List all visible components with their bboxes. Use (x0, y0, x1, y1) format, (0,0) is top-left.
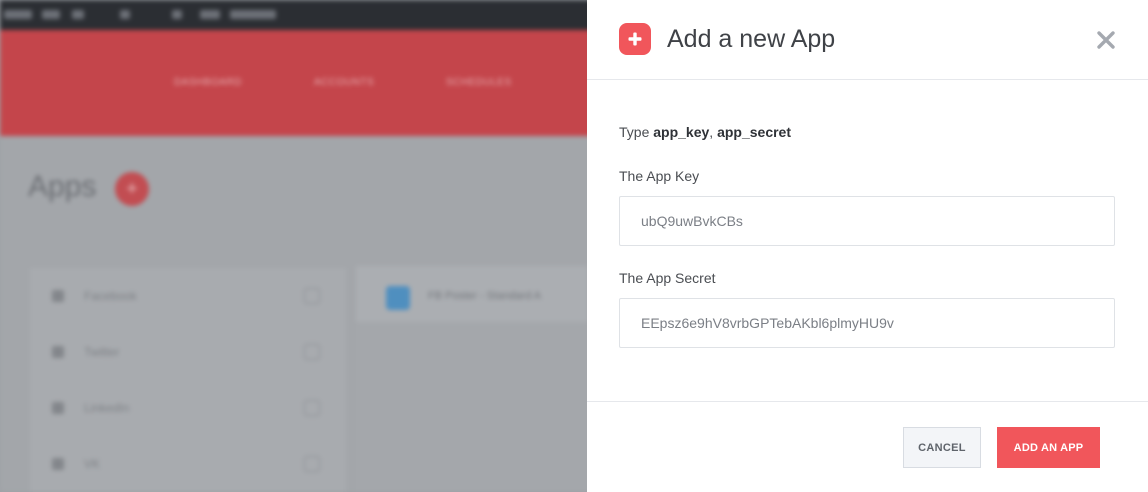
app-secret-input[interactable] (619, 298, 1115, 348)
sidebar: Facebook Twitter LinkedIn VK (30, 268, 346, 492)
sidebar-item-label: VK (84, 457, 101, 471)
checkbox[interactable] (304, 344, 320, 360)
modal-footer: CANCEL ADD AN APP (587, 401, 1148, 492)
plus-icon (619, 23, 651, 55)
app-key-label: The App Key (619, 168, 700, 184)
sidebar-item-linkedin[interactable]: LinkedIn (30, 380, 346, 436)
add-app-icon[interactable]: + (115, 172, 149, 206)
app-card: FB Poster - Standard A (356, 266, 588, 492)
sidebar-item-vk[interactable]: VK (30, 436, 346, 492)
checkbox[interactable] (304, 456, 320, 472)
app-icon (386, 286, 410, 310)
add-app-modal: Add a new App Type app_key, app_secret T… (587, 0, 1148, 492)
app-card-title: FB Poster - Standard A (428, 290, 542, 302)
page-title: Apps (28, 170, 97, 203)
vk-icon (52, 458, 64, 470)
add-app-button[interactable]: ADD AN APP (997, 427, 1100, 468)
app-secret-label: The App Secret (619, 270, 716, 286)
nav-item-dashboard[interactable]: DASHBOARD (174, 77, 242, 88)
sidebar-item-facebook[interactable]: Facebook (30, 268, 346, 324)
checkbox[interactable] (304, 400, 320, 416)
modal-header: Add a new App (587, 0, 1148, 80)
app-card-header[interactable]: FB Poster - Standard A (356, 266, 588, 322)
facebook-icon (52, 290, 64, 302)
modal-title: Add a new App (667, 25, 836, 53)
app-key-input[interactable] (619, 196, 1115, 246)
nav-item-schedules[interactable]: SCHEDULES (446, 77, 512, 88)
checkbox[interactable] (304, 288, 320, 304)
input-hint: Type app_key, app_secret (619, 124, 792, 140)
nav-item-accounts[interactable]: ACCOUNTS (314, 77, 374, 88)
twitter-icon (52, 346, 64, 358)
close-icon[interactable] (1095, 29, 1117, 51)
sidebar-item-label: LinkedIn (84, 401, 130, 415)
sidebar-item-label: Facebook (84, 289, 137, 303)
linkedin-icon (52, 402, 64, 414)
sidebar-item-twitter[interactable]: Twitter (30, 324, 346, 380)
cancel-button[interactable]: CANCEL (903, 427, 981, 468)
sidebar-item-label: Twitter (84, 345, 120, 359)
